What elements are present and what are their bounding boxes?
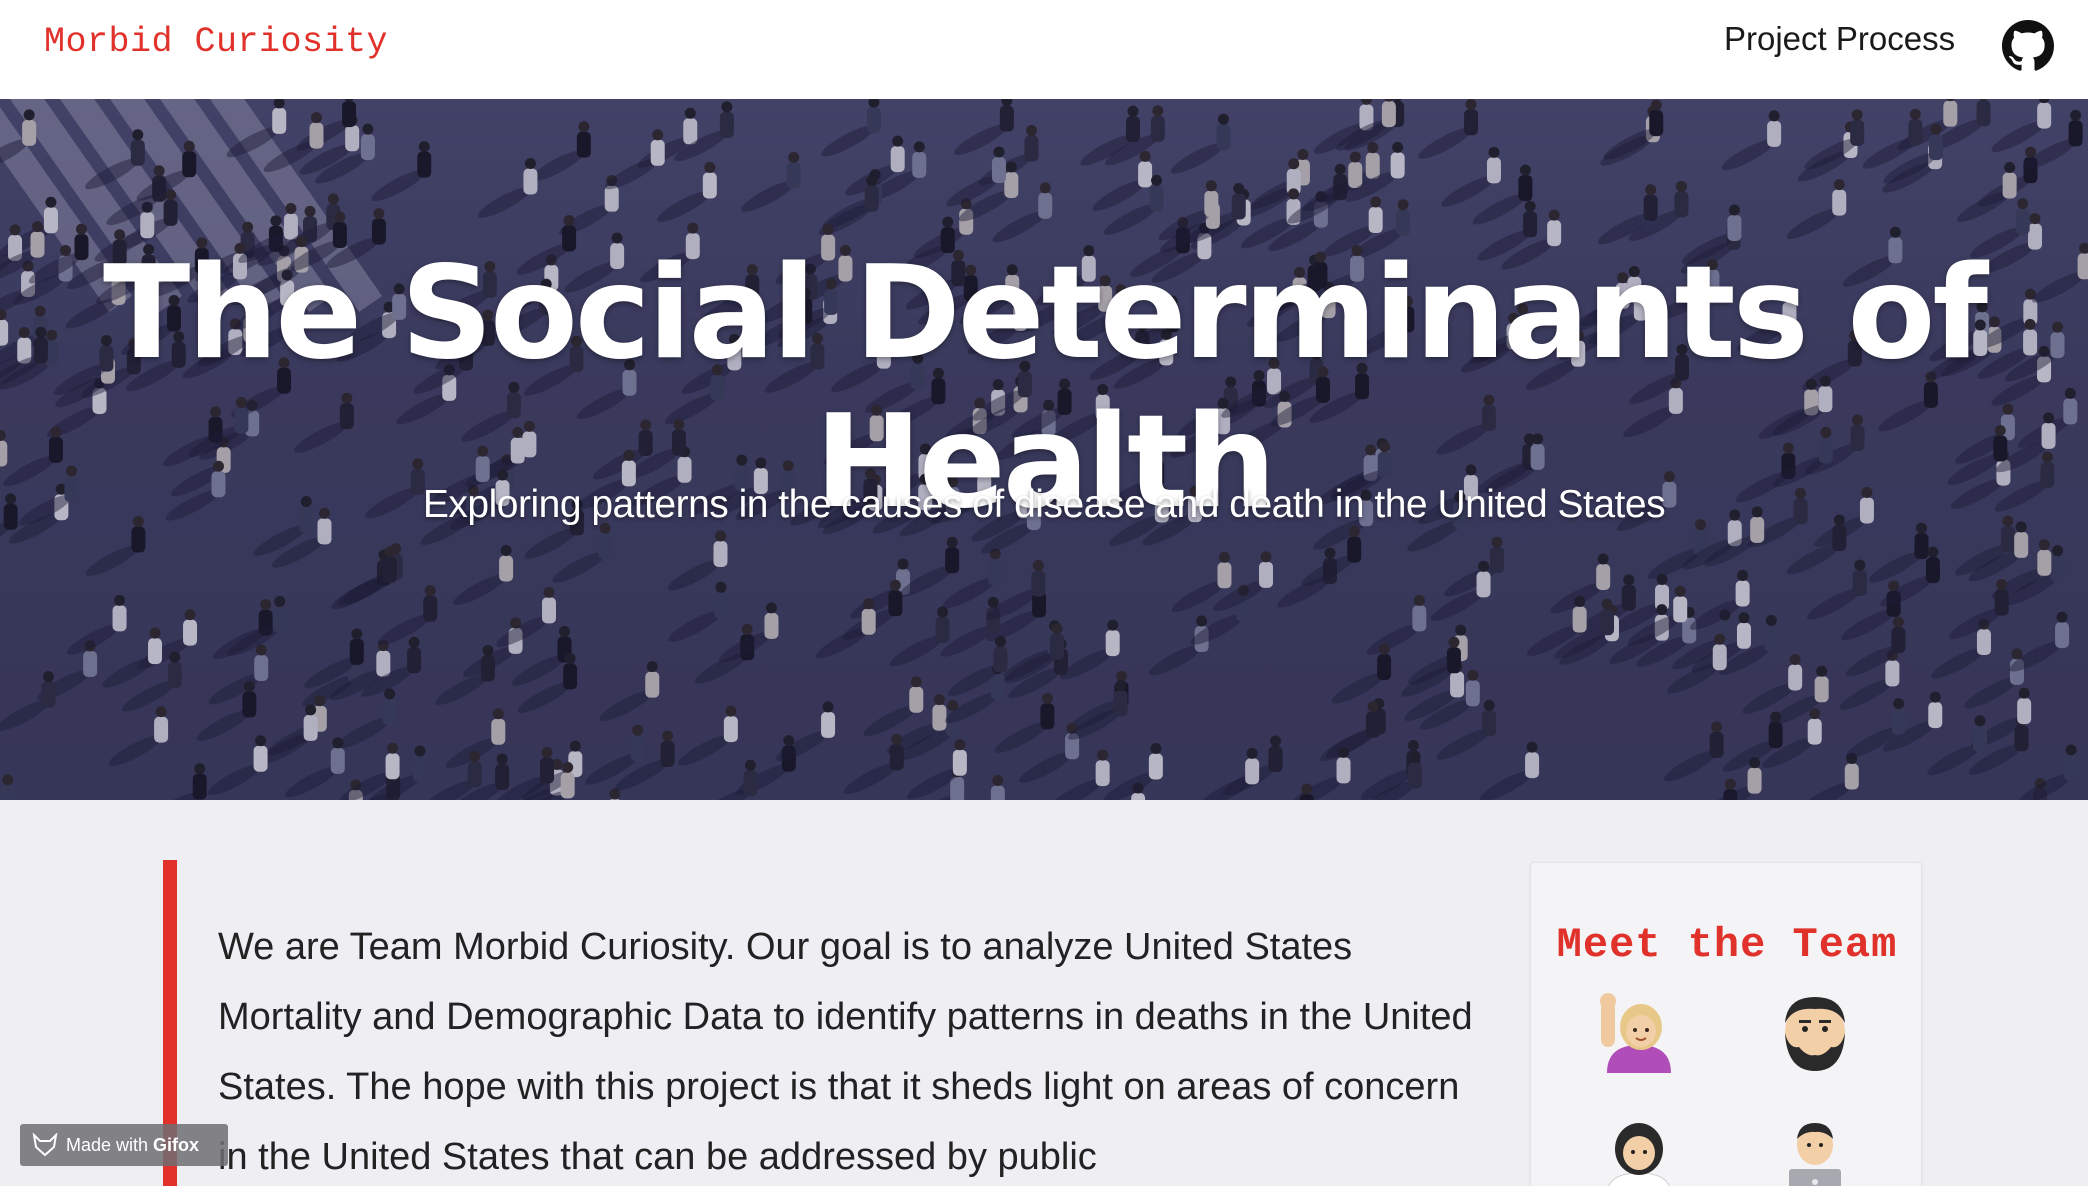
project-process-link[interactable]: Project Process	[1724, 20, 1955, 58]
woman-health-worker-icon	[1608, 1123, 1670, 1186]
top-nav: Morbid Curiosity Project Process	[0, 0, 2088, 99]
team-card: Meet the Team	[1530, 862, 1922, 1186]
gifox-badge[interactable]: Made with Gifox	[20, 1124, 228, 1166]
fox-icon	[32, 1133, 58, 1157]
brand-link[interactable]: Morbid Curiosity	[44, 22, 388, 62]
man-technologist-icon	[1789, 1123, 1841, 1186]
github-icon[interactable]	[2002, 20, 2054, 72]
woman-raising-hand-icon	[1600, 993, 1671, 1073]
intro-paragraph: We are Team Morbid Curiosity. Our goal i…	[218, 926, 1473, 1178]
gifox-label: Made with Gifox	[66, 1134, 200, 1155]
team-title: Meet the Team	[1556, 921, 1898, 969]
hero-subtitle: Exploring patterns in the causes of dise…	[422, 483, 1666, 526]
bearded-man-icon	[1785, 997, 1845, 1071]
hero-banner: The Social Determinants of Health Explor…	[0, 99, 2088, 800]
